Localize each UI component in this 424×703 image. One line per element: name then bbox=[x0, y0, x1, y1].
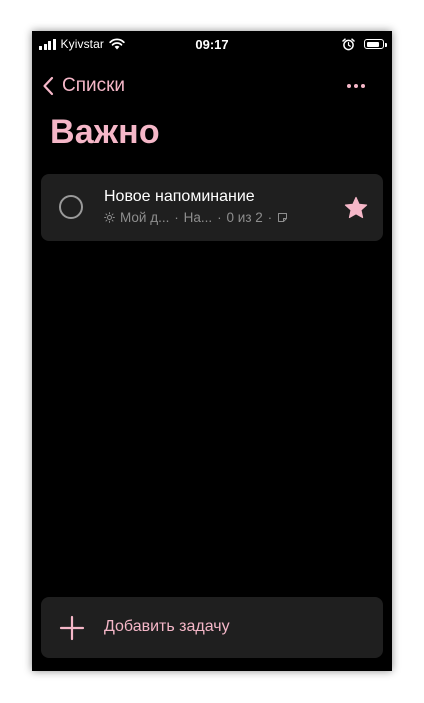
status-right bbox=[342, 37, 387, 51]
meta-separator: · bbox=[267, 210, 273, 225]
status-bar: Kyivstar 09:17 bbox=[32, 31, 392, 57]
back-button[interactable]: Списки bbox=[42, 75, 125, 97]
meta-separator: · bbox=[174, 210, 179, 225]
sun-icon bbox=[104, 212, 115, 223]
meta-separator: · bbox=[217, 210, 222, 225]
page-title: Важно bbox=[50, 113, 160, 151]
alarm-icon bbox=[342, 37, 355, 50]
more-options-button[interactable] bbox=[342, 75, 370, 97]
task-list-name: Мой д... bbox=[120, 210, 170, 225]
more-dots-icon bbox=[347, 84, 351, 88]
battery-icon bbox=[364, 39, 387, 49]
circle-checkbox-icon[interactable] bbox=[59, 195, 83, 219]
plus-icon bbox=[59, 615, 85, 641]
task-meta: Мой д... · На... · 0 из 2 · bbox=[104, 210, 288, 225]
task-item[interactable]: Новое напоминание Мой д... · На... · 0 и… bbox=[41, 174, 383, 241]
add-task-label: Добавить задачу bbox=[104, 618, 230, 635]
back-button-label: Списки bbox=[62, 75, 126, 96]
status-time: 09:17 bbox=[195, 37, 229, 52]
add-task-button[interactable]: Добавить задачу bbox=[41, 597, 383, 658]
star-filled-icon[interactable] bbox=[343, 195, 369, 221]
task-reminder: На... bbox=[183, 210, 213, 225]
phone-screen: Kyivstar 09:17 Списки Важно Новое напоми… bbox=[32, 31, 392, 671]
task-steps: 0 из 2 bbox=[226, 210, 263, 225]
note-icon bbox=[278, 213, 288, 222]
chevron-left-icon bbox=[43, 76, 54, 96]
task-title: Новое напоминание bbox=[104, 188, 255, 205]
